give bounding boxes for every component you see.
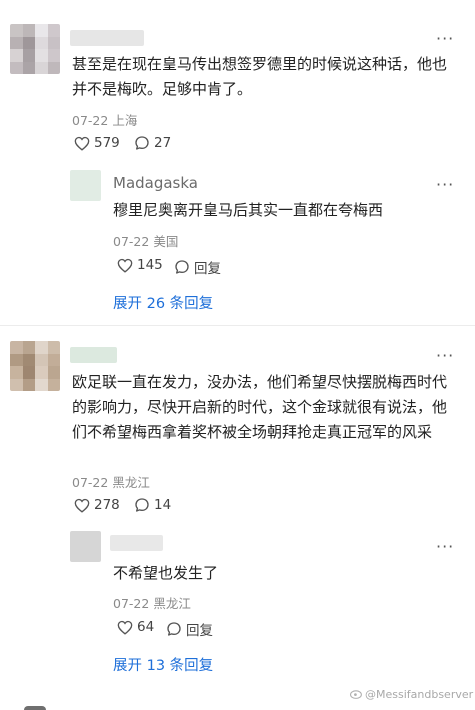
reply-1-like-button[interactable]: 145 [117, 257, 163, 273]
comment-2-location: 黑龙江 [112, 475, 150, 490]
comment-2-expand-replies[interactable]: 展开 13 条回复 [113, 654, 213, 675]
reply-1-reply-button[interactable]: 回复 [174, 257, 221, 277]
comment-1-date: 07-22 [72, 113, 109, 128]
reply-2-reply-button[interactable]: 回复 [166, 619, 213, 639]
reply-1-text: 穆里尼奥离开皇马后其实一直都在夸梅西 [113, 201, 384, 219]
comment-2-reply-count: 14 [154, 497, 172, 513]
heart-icon [117, 258, 133, 273]
comment-1-expand-replies[interactable]: 展开 26 条回复 [113, 292, 213, 313]
comment-1-text: 甚至是在现在皇马传出想签罗德里的时候说这种话，他也并不是梅吹。足够中肯了。 [72, 55, 448, 98]
reply-2-reply-label: 回复 [186, 623, 213, 639]
reply-1-location: 美国 [153, 234, 179, 249]
comment-2-like-button[interactable]: 278 [74, 497, 120, 513]
reply-2-like-count: 64 [137, 619, 155, 635]
reply-1-meta: 07-22 美国 [113, 231, 178, 250]
comment-bubble-icon [135, 136, 149, 150]
comment-2-text: 欧足联一直在发力，没办法，他们希望尽快摆脱梅西时代的影响力，尽快开启新的时代，这… [72, 373, 448, 441]
comment-2-avatar[interactable] [10, 341, 60, 391]
comment-2-username-blurred[interactable] [70, 347, 117, 363]
heart-icon [117, 620, 133, 635]
reply-2-location: 黑龙江 [153, 596, 191, 611]
comment-1-username-blurred[interactable] [70, 30, 144, 46]
comment-1-meta: 07-22 上海 [72, 110, 137, 129]
reply-2-meta: 07-22 黑龙江 [113, 593, 191, 612]
heart-icon [74, 136, 90, 151]
reply-1-date: 07-22 [113, 234, 150, 249]
weibo-logo-icon [350, 690, 362, 699]
comment-bubble-icon [167, 622, 181, 636]
comment-1-more-icon[interactable]: ··· [436, 31, 454, 47]
watermark: @Messifandbserver [350, 688, 473, 701]
comment-1-like-button[interactable]: 579 [74, 135, 120, 151]
comment-bubble-icon [135, 498, 149, 512]
reply-1-like-count: 145 [137, 257, 163, 273]
comment-bubble-icon [175, 260, 189, 274]
comment-2-meta: 07-22 黑龙江 [72, 472, 150, 491]
reply-1-username[interactable]: Madagaska [113, 174, 198, 192]
reply-1-reply-label: 回复 [194, 261, 221, 277]
next-comment-avatar-partial [24, 706, 46, 710]
comment-1-reply-count: 27 [154, 135, 172, 151]
comment-1-location: 上海 [112, 113, 138, 128]
heart-icon [74, 498, 90, 513]
reply-2-date: 07-22 [113, 596, 150, 611]
reply-2-text: 不希望也发生了 [113, 564, 219, 582]
comment-1-avatar[interactable] [10, 24, 60, 74]
comment-2-like-count: 278 [94, 497, 120, 513]
reply-2-username-blurred[interactable] [110, 535, 163, 551]
comment-divider [0, 325, 475, 326]
comment-2-reply-button[interactable]: 14 [134, 497, 171, 513]
watermark-text: @Messifandbserver [365, 688, 474, 701]
reply-2-like-button[interactable]: 64 [117, 619, 154, 635]
reply-1-more-icon[interactable]: ··· [436, 177, 454, 193]
comment-1-reply-button[interactable]: 27 [134, 135, 171, 151]
comment-1-like-count: 579 [94, 135, 120, 151]
reply-1-avatar[interactable] [70, 170, 101, 201]
comment-2-more-icon[interactable]: ··· [436, 348, 454, 364]
comment-2-date: 07-22 [72, 475, 109, 490]
reply-2-more-icon[interactable]: ··· [436, 539, 454, 555]
reply-2-avatar[interactable] [70, 531, 101, 562]
